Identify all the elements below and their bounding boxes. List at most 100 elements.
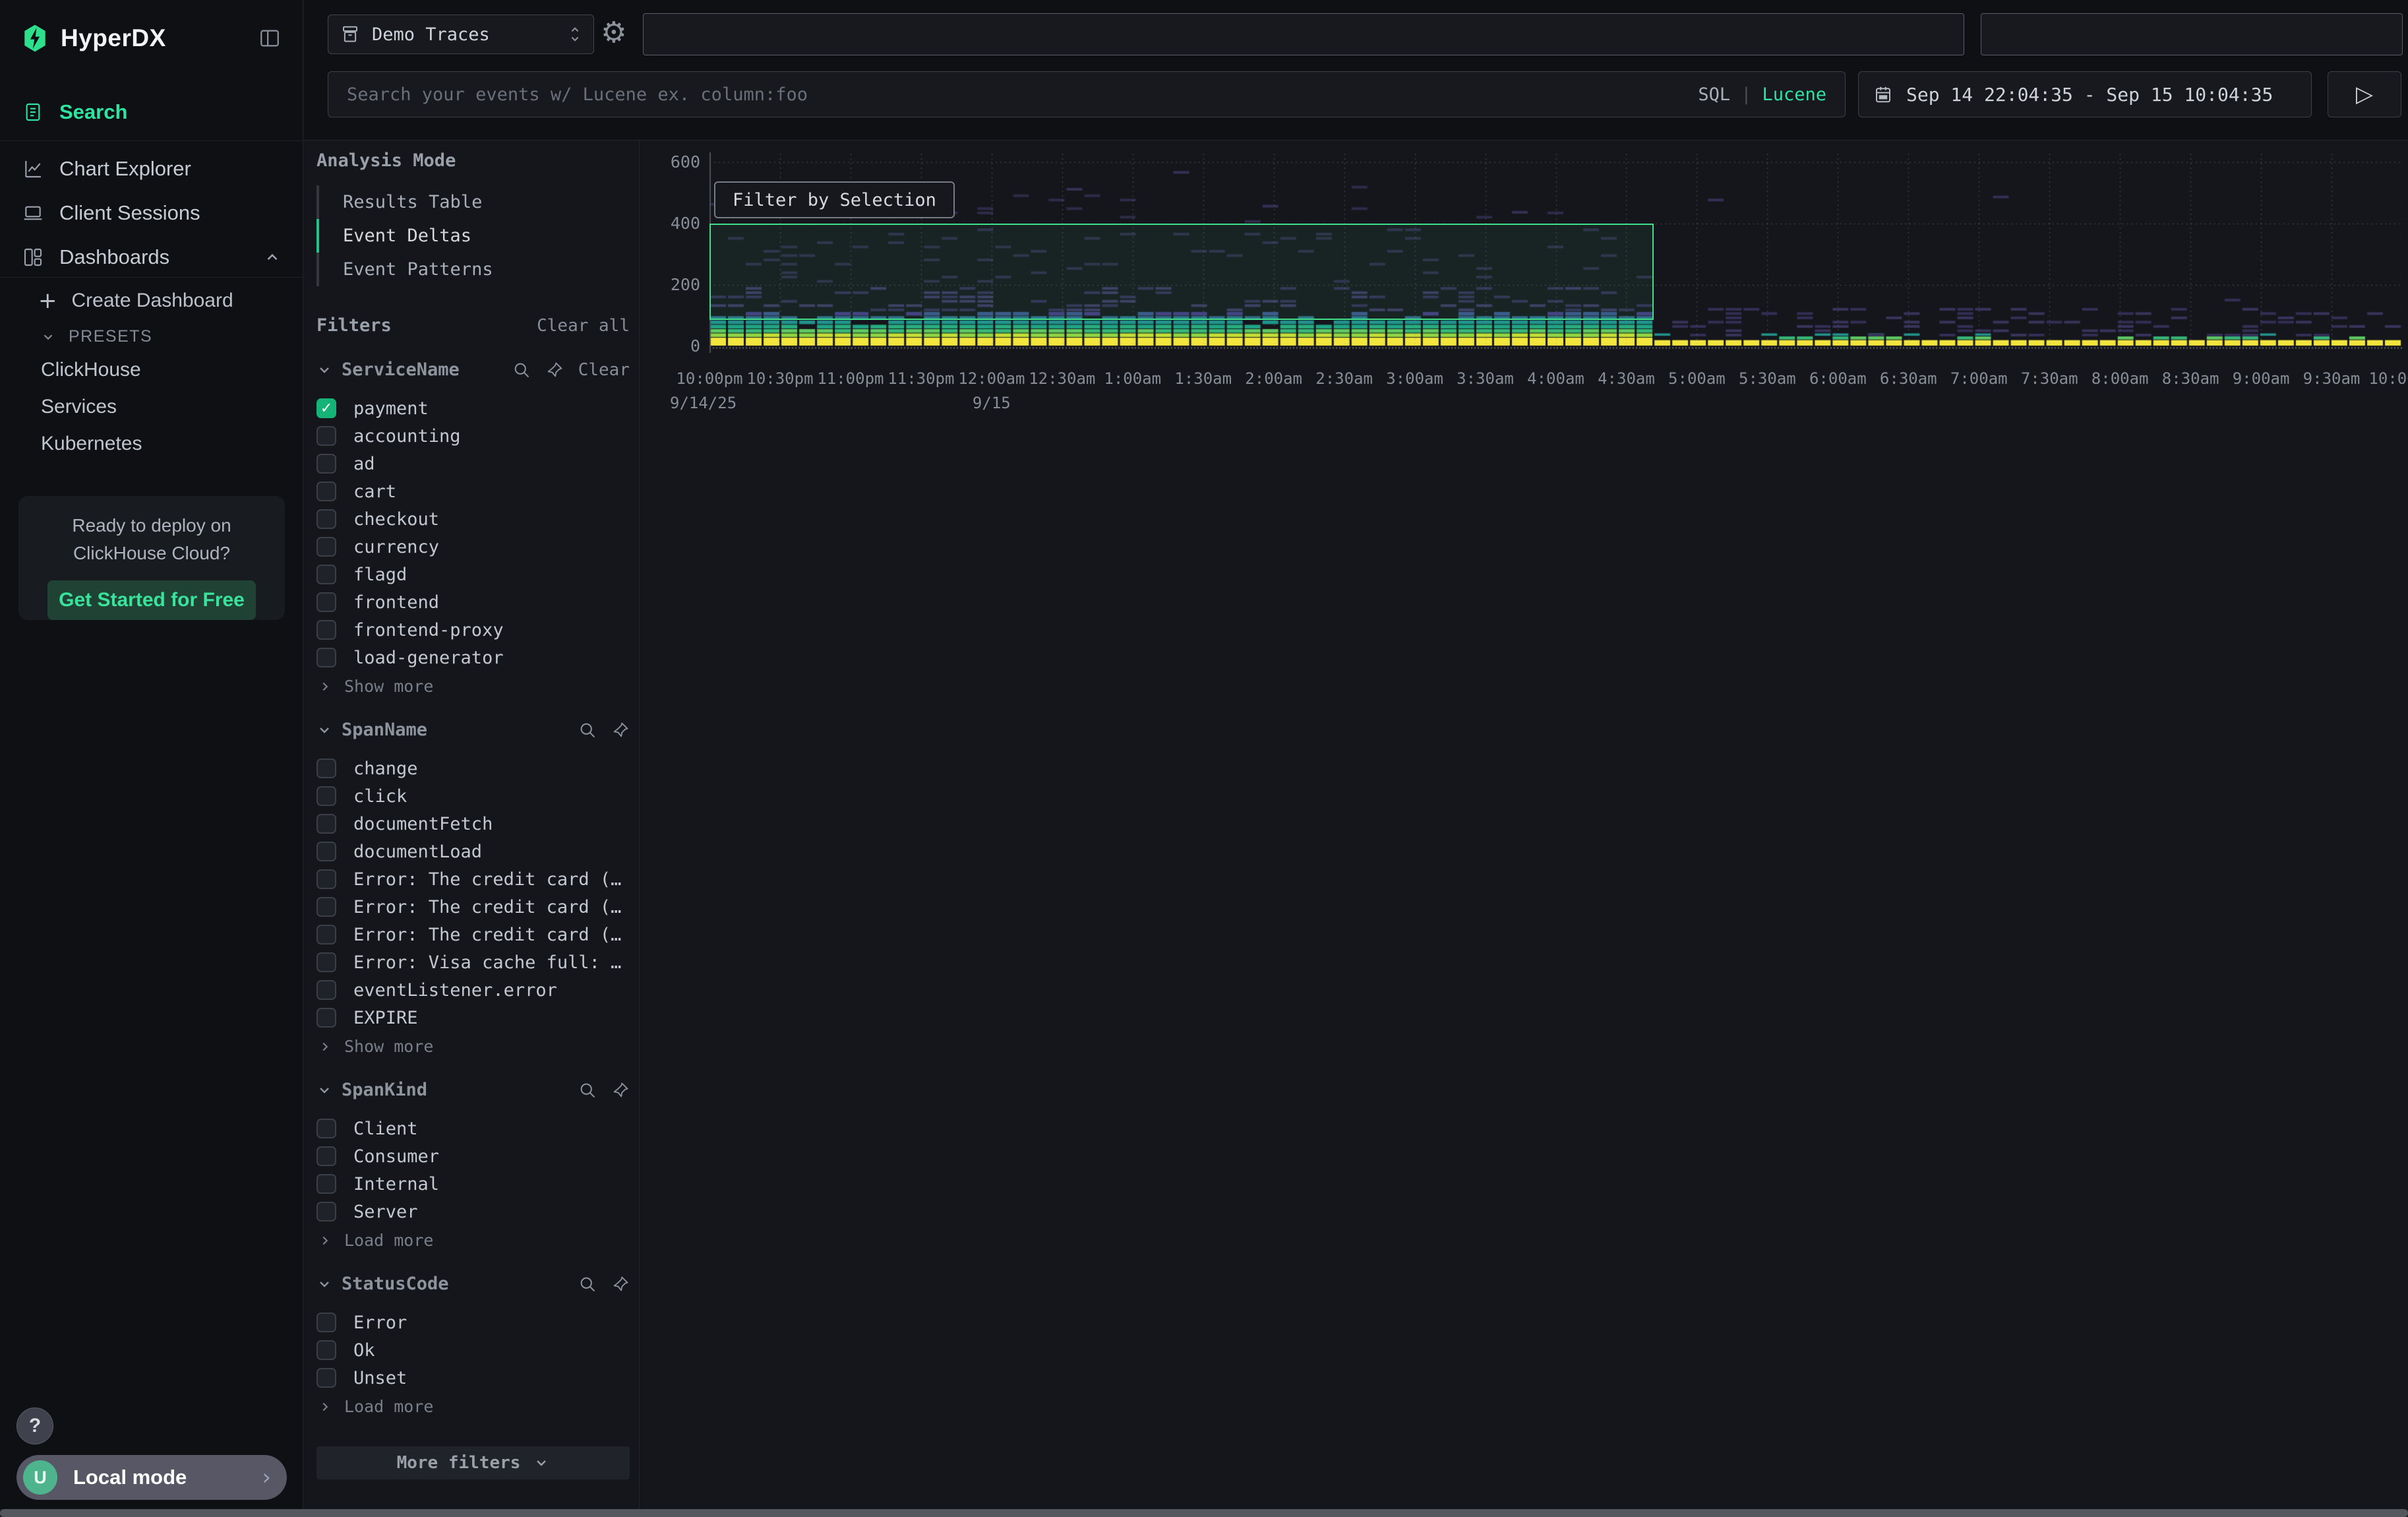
filter-option-ok[interactable]: Ok	[316, 1336, 630, 1364]
filter-option-currency[interactable]: currency	[316, 533, 630, 561]
checkbox-icon[interactable]	[316, 786, 336, 806]
filter-option-payment[interactable]: ✓payment	[316, 394, 630, 422]
language-lucene-option[interactable]: Lucene	[1762, 84, 1826, 105]
checkbox-icon[interactable]	[316, 897, 336, 917]
pin-icon[interactable]	[611, 1275, 630, 1293]
checkbox-icon[interactable]	[316, 842, 336, 861]
filter-option-click[interactable]: click	[316, 782, 630, 810]
filter-option-ad[interactable]: ad	[316, 450, 630, 478]
account-menu[interactable]: U Local mode ›	[16, 1455, 287, 1500]
get-started-button[interactable]: Get Started for Free	[47, 580, 256, 620]
checkbox-icon[interactable]	[316, 925, 336, 944]
checkbox-icon[interactable]	[316, 1146, 336, 1166]
collapse-sidebar-icon[interactable]	[258, 27, 281, 49]
search-icon[interactable]	[578, 1081, 597, 1099]
clear-filter-button[interactable]: Clear	[578, 360, 630, 380]
sidebar-item-chart-explorer[interactable]: Chart Explorer	[22, 157, 281, 181]
help-button[interactable]: ?	[16, 1408, 53, 1444]
presets-toggle[interactable]: PRESETS	[41, 327, 152, 346]
checkbox-checked-icon[interactable]: ✓	[316, 398, 336, 418]
chevron-down-icon[interactable]	[316, 1276, 332, 1292]
checkbox-icon[interactable]	[316, 814, 336, 834]
run-query-button[interactable]: ▷	[2328, 71, 2401, 117]
checkbox-icon[interactable]	[316, 509, 336, 529]
sidebar-item-search[interactable]: Search	[22, 100, 127, 124]
analysis-mode-results-table[interactable]: Results Table	[316, 185, 630, 219]
checkbox-icon[interactable]	[316, 952, 336, 972]
filter-option-error-visa-cache-full-[interactable]: Error: Visa cache full: …	[316, 948, 630, 976]
filter-option-documentload[interactable]: documentLoad	[316, 838, 630, 865]
checkbox-icon[interactable]	[316, 758, 336, 778]
sidebar-item-client-sessions[interactable]: Client Sessions	[22, 201, 281, 225]
filter-option-documentfetch[interactable]: documentFetch	[316, 810, 630, 838]
filter-option-cart[interactable]: cart	[316, 478, 630, 505]
filter-option-eventlistener-error[interactable]: eventListener.error	[316, 976, 630, 1004]
checkbox-icon[interactable]	[316, 481, 336, 501]
search-input[interactable]	[328, 72, 1845, 117]
more-filters-button[interactable]: More filters	[316, 1446, 630, 1479]
filter-option-server[interactable]: Server	[316, 1198, 630, 1225]
filter-option-error-the-credit-card-[interactable]: Error: The credit card (…	[316, 893, 630, 921]
create-dashboard-button[interactable]: + Create Dashboard	[38, 288, 233, 314]
filter-option-error[interactable]: Error	[316, 1309, 630, 1336]
show-more-button[interactable]: Load more	[316, 1231, 630, 1250]
filter-option-load-generator[interactable]: load-generator	[316, 644, 630, 671]
sidebar-item-dashboards[interactable]: Dashboards	[22, 245, 281, 269]
filter-option-client[interactable]: Client	[316, 1115, 630, 1142]
chart-selection-rect[interactable]	[709, 224, 1654, 321]
search-icon[interactable]	[578, 721, 597, 739]
filter-option-accounting[interactable]: accounting	[316, 422, 630, 450]
checkbox-icon[interactable]	[316, 426, 336, 446]
chevron-down-icon[interactable]	[316, 722, 332, 738]
chevron-down-icon[interactable]	[316, 362, 332, 378]
filter-option-change[interactable]: change	[316, 755, 630, 782]
language-sql-option[interactable]: SQL	[1698, 84, 1730, 105]
checkbox-icon[interactable]	[316, 1119, 336, 1138]
filter-option-expire[interactable]: EXPIRE	[316, 1004, 630, 1032]
checkbox-icon[interactable]	[316, 1008, 336, 1028]
filter-option-consumer[interactable]: Consumer	[316, 1142, 630, 1170]
filter-option-unset[interactable]: Unset	[316, 1364, 630, 1392]
checkbox-icon[interactable]	[316, 1202, 336, 1222]
checkbox-icon[interactable]	[316, 537, 336, 557]
show-more-button[interactable]: Show more	[316, 1037, 630, 1056]
analysis-mode-event-patterns[interactable]: Event Patterns	[316, 253, 630, 286]
sidebar-item-kubernetes[interactable]: Kubernetes	[41, 433, 142, 455]
checkbox-icon[interactable]	[316, 454, 336, 474]
chevron-down-icon[interactable]	[316, 1082, 332, 1098]
pin-icon[interactable]	[611, 1081, 630, 1099]
pin-icon[interactable]	[545, 361, 564, 379]
filter-option-error-the-credit-card-[interactable]: Error: The credit card (…	[316, 921, 630, 948]
order-by-editor[interactable]	[1981, 13, 2403, 55]
sidebar-item-services[interactable]: Services	[41, 396, 117, 418]
horizontal-scrollbar-thumb[interactable]	[0, 1509, 2408, 1517]
checkbox-icon[interactable]	[316, 1174, 336, 1194]
source-select[interactable]: Demo Traces	[328, 15, 594, 54]
pin-icon[interactable]	[611, 721, 630, 739]
checkbox-icon[interactable]	[316, 1368, 336, 1388]
checkbox-icon[interactable]	[316, 1340, 336, 1360]
filter-option-frontend[interactable]: frontend	[316, 588, 630, 616]
search-icon[interactable]	[578, 1275, 597, 1293]
gear-icon[interactable]: ⚙	[601, 16, 626, 49]
show-more-button[interactable]: Load more	[316, 1397, 630, 1416]
clear-all-filters-button[interactable]: Clear all	[537, 316, 630, 336]
filter-option-internal[interactable]: Internal	[316, 1170, 630, 1198]
checkbox-icon[interactable]	[316, 565, 336, 584]
filter-option-frontend-proxy[interactable]: frontend-proxy	[316, 616, 630, 644]
sql-select-editor[interactable]	[643, 13, 1964, 55]
checkbox-icon[interactable]	[316, 869, 336, 889]
checkbox-icon[interactable]	[316, 1313, 336, 1332]
checkbox-icon[interactable]	[316, 592, 336, 612]
checkbox-icon[interactable]	[316, 620, 336, 640]
checkbox-icon[interactable]	[316, 980, 336, 1000]
filter-option-flagd[interactable]: flagd	[316, 561, 630, 588]
search-icon[interactable]	[512, 361, 531, 379]
sidebar-item-clickhouse[interactable]: ClickHouse	[41, 359, 141, 381]
analysis-mode-event-deltas[interactable]: Event Deltas	[316, 219, 630, 253]
time-range-picker[interactable]: Sep 14 22:04:35 - Sep 15 10:04:35	[1858, 71, 2312, 117]
filter-option-checkout[interactable]: checkout	[316, 505, 630, 533]
checkbox-icon[interactable]	[316, 648, 336, 667]
filter-by-selection-tooltip[interactable]: Filter by Selection	[714, 181, 955, 218]
show-more-button[interactable]: Show more	[316, 677, 630, 696]
